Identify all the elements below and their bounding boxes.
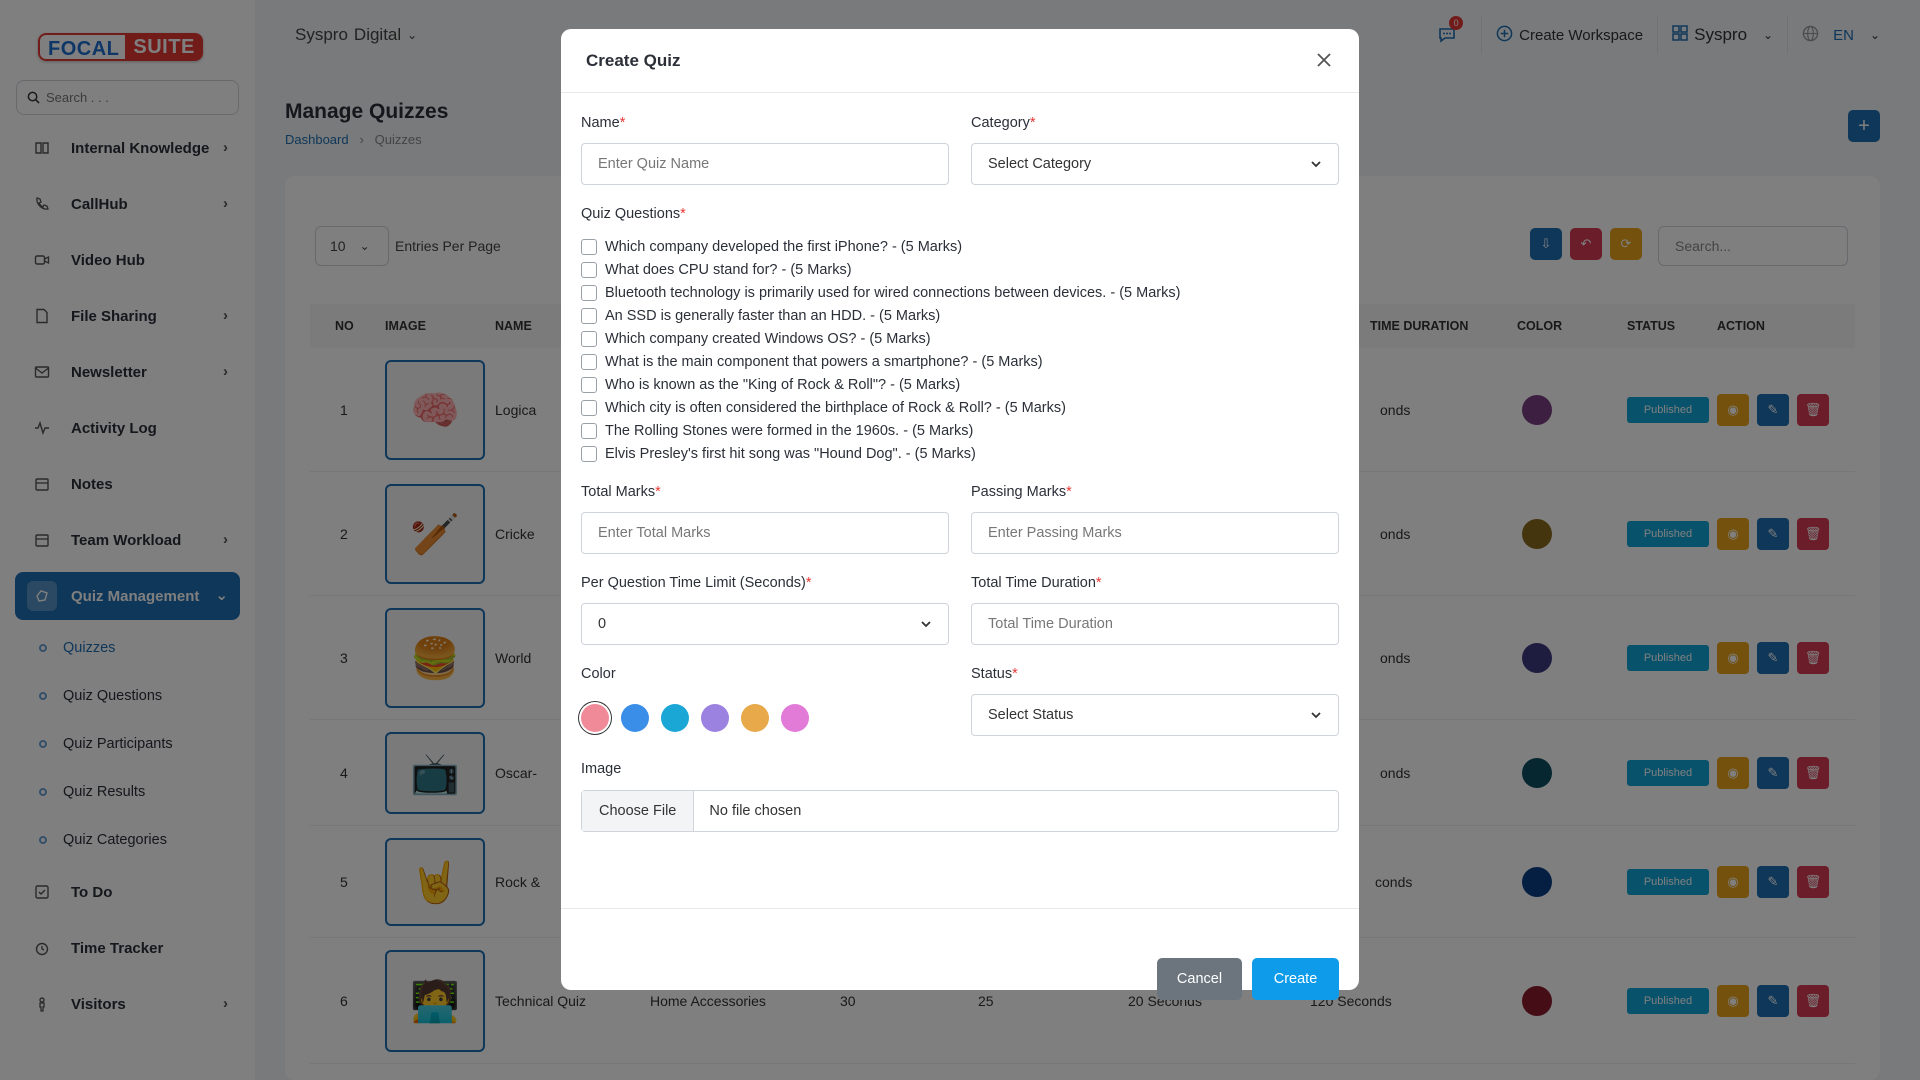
question-checkbox[interactable]	[581, 422, 597, 439]
close-icon	[1317, 53, 1331, 67]
required-mark: *	[680, 206, 686, 222]
question-checkbox[interactable]	[581, 445, 597, 462]
question-text: Which company developed the first iPhone…	[605, 238, 963, 255]
chevron-down-icon	[1310, 158, 1322, 174]
chevron-down-icon	[920, 618, 932, 634]
question-checkbox[interactable]	[581, 353, 597, 370]
quiz-questions-label: Quiz Questions*	[581, 206, 686, 222]
file-status-text: No file chosen	[709, 803, 802, 819]
total-time-placeholder: Total Time Duration	[988, 616, 1113, 632]
passing-marks-label: Passing Marks*	[971, 484, 1072, 500]
category-label-text: Category	[971, 115, 1030, 131]
cancel-button[interactable]: Cancel	[1157, 958, 1242, 1000]
question-option[interactable]: Which company created Windows OS? - (5 M…	[581, 327, 1180, 350]
question-checkbox[interactable]	[581, 261, 597, 278]
required-mark: *	[1029, 115, 1036, 131]
name-label-text: Name	[581, 115, 620, 131]
status-select-value: Select Status	[988, 707, 1074, 723]
create-button[interactable]: Create	[1252, 958, 1339, 1000]
quiz-questions-list: Which company developed the first iPhone…	[581, 235, 1180, 465]
question-text: An SSD is generally faster than an HDD. …	[605, 307, 941, 324]
total-time-label-text: Total Time Duration	[971, 575, 1096, 591]
question-option[interactable]: Which company developed the first iPhone…	[581, 235, 1180, 258]
required-mark: *	[1095, 575, 1102, 591]
question-checkbox[interactable]	[581, 284, 597, 301]
passing-marks-label-text: Passing Marks	[971, 484, 1067, 500]
close-button[interactable]	[1311, 47, 1337, 73]
color-option-blue[interactable]	[621, 704, 649, 732]
question-option[interactable]: Bluetooth technology is primarily used f…	[581, 281, 1180, 304]
required-mark: *	[619, 115, 626, 131]
name-label: Name*	[581, 115, 625, 131]
color-label: Color	[581, 666, 616, 682]
color-option-pink[interactable]	[581, 704, 609, 732]
image-label: Image	[581, 761, 622, 777]
quiz-questions-label-text: Quiz Questions	[581, 206, 681, 222]
required-mark: *	[1012, 666, 1018, 682]
color-picker	[581, 704, 809, 732]
question-checkbox[interactable]	[581, 376, 597, 393]
color-option-orange[interactable]	[741, 704, 769, 732]
passing-marks-placeholder: Enter Passing Marks	[988, 525, 1122, 541]
category-label: Category*	[971, 115, 1036, 131]
question-option[interactable]: The Rolling Stones were formed in the 19…	[581, 419, 1180, 442]
question-text: What does CPU stand for? - (5 Marks)	[605, 261, 852, 278]
required-mark: *	[655, 484, 661, 500]
question-text: What is the main component that powers a…	[605, 353, 1043, 370]
image-file-input[interactable]: Choose File No file chosen	[581, 790, 1339, 832]
quiz-name-input[interactable]: Enter Quiz Name	[581, 143, 949, 185]
color-option-purple[interactable]	[701, 704, 729, 732]
question-checkbox[interactable]	[581, 307, 597, 324]
question-option[interactable]: Elvis Presley's first hit song was "Houn…	[581, 442, 1180, 465]
question-option[interactable]: Who is known as the "King of Rock & Roll…	[581, 373, 1180, 396]
modal-header: Create Quiz	[561, 29, 1359, 93]
create-quiz-modal: Create Quiz Name* Enter Quiz Name Catego…	[561, 29, 1359, 1000]
question-text: The Rolling Stones were formed in the 19…	[605, 422, 974, 439]
modal-title: Create Quiz	[586, 51, 681, 70]
status-label-text: Status	[971, 666, 1013, 682]
question-option[interactable]: What is the main component that powers a…	[581, 350, 1180, 373]
question-checkbox[interactable]	[581, 330, 597, 347]
question-option[interactable]: What does CPU stand for? - (5 Marks)	[581, 258, 1180, 281]
color-option-cyan[interactable]	[661, 704, 689, 732]
question-text: Which city is often considered the birth…	[605, 399, 1066, 416]
quiz-name-placeholder: Enter Quiz Name	[598, 156, 710, 172]
question-text: Bluetooth technology is primarily used f…	[605, 284, 1181, 301]
question-option[interactable]: Which city is often considered the birth…	[581, 396, 1180, 419]
per-question-time-label-text: Per Question Time Limit (Seconds)	[581, 575, 806, 591]
category-select-value: Select Category	[988, 156, 1092, 172]
total-time-input[interactable]: Total Time Duration	[971, 603, 1339, 645]
total-marks-label: Total Marks*	[581, 484, 661, 500]
question-text: Who is known as the "King of Rock & Roll…	[605, 376, 961, 393]
per-question-time-select[interactable]: 0	[581, 603, 949, 645]
per-question-time-value: 0	[598, 616, 607, 632]
question-checkbox[interactable]	[581, 399, 597, 416]
total-time-label: Total Time Duration*	[971, 575, 1102, 591]
status-select[interactable]: Select Status	[971, 694, 1339, 736]
passing-marks-input[interactable]: Enter Passing Marks	[971, 512, 1339, 554]
total-marks-placeholder: Enter Total Marks	[598, 525, 711, 541]
chevron-down-icon	[1310, 709, 1322, 725]
question-text: Which company created Windows OS? - (5 M…	[605, 330, 931, 347]
choose-file-button[interactable]: Choose File	[582, 791, 695, 831]
required-mark: *	[805, 575, 812, 591]
category-select[interactable]: Select Category	[971, 143, 1339, 185]
status-label: Status*	[971, 666, 1018, 682]
question-option[interactable]: An SSD is generally faster than an HDD. …	[581, 304, 1180, 327]
question-checkbox[interactable]	[581, 238, 597, 255]
total-marks-input[interactable]: Enter Total Marks	[581, 512, 949, 554]
per-question-time-label: Per Question Time Limit (Seconds)*	[581, 575, 812, 591]
color-option-magenta[interactable]	[781, 704, 809, 732]
required-mark: *	[1066, 484, 1072, 500]
question-text: Elvis Presley's first hit song was "Houn…	[605, 445, 976, 462]
total-marks-label-text: Total Marks	[581, 484, 656, 500]
